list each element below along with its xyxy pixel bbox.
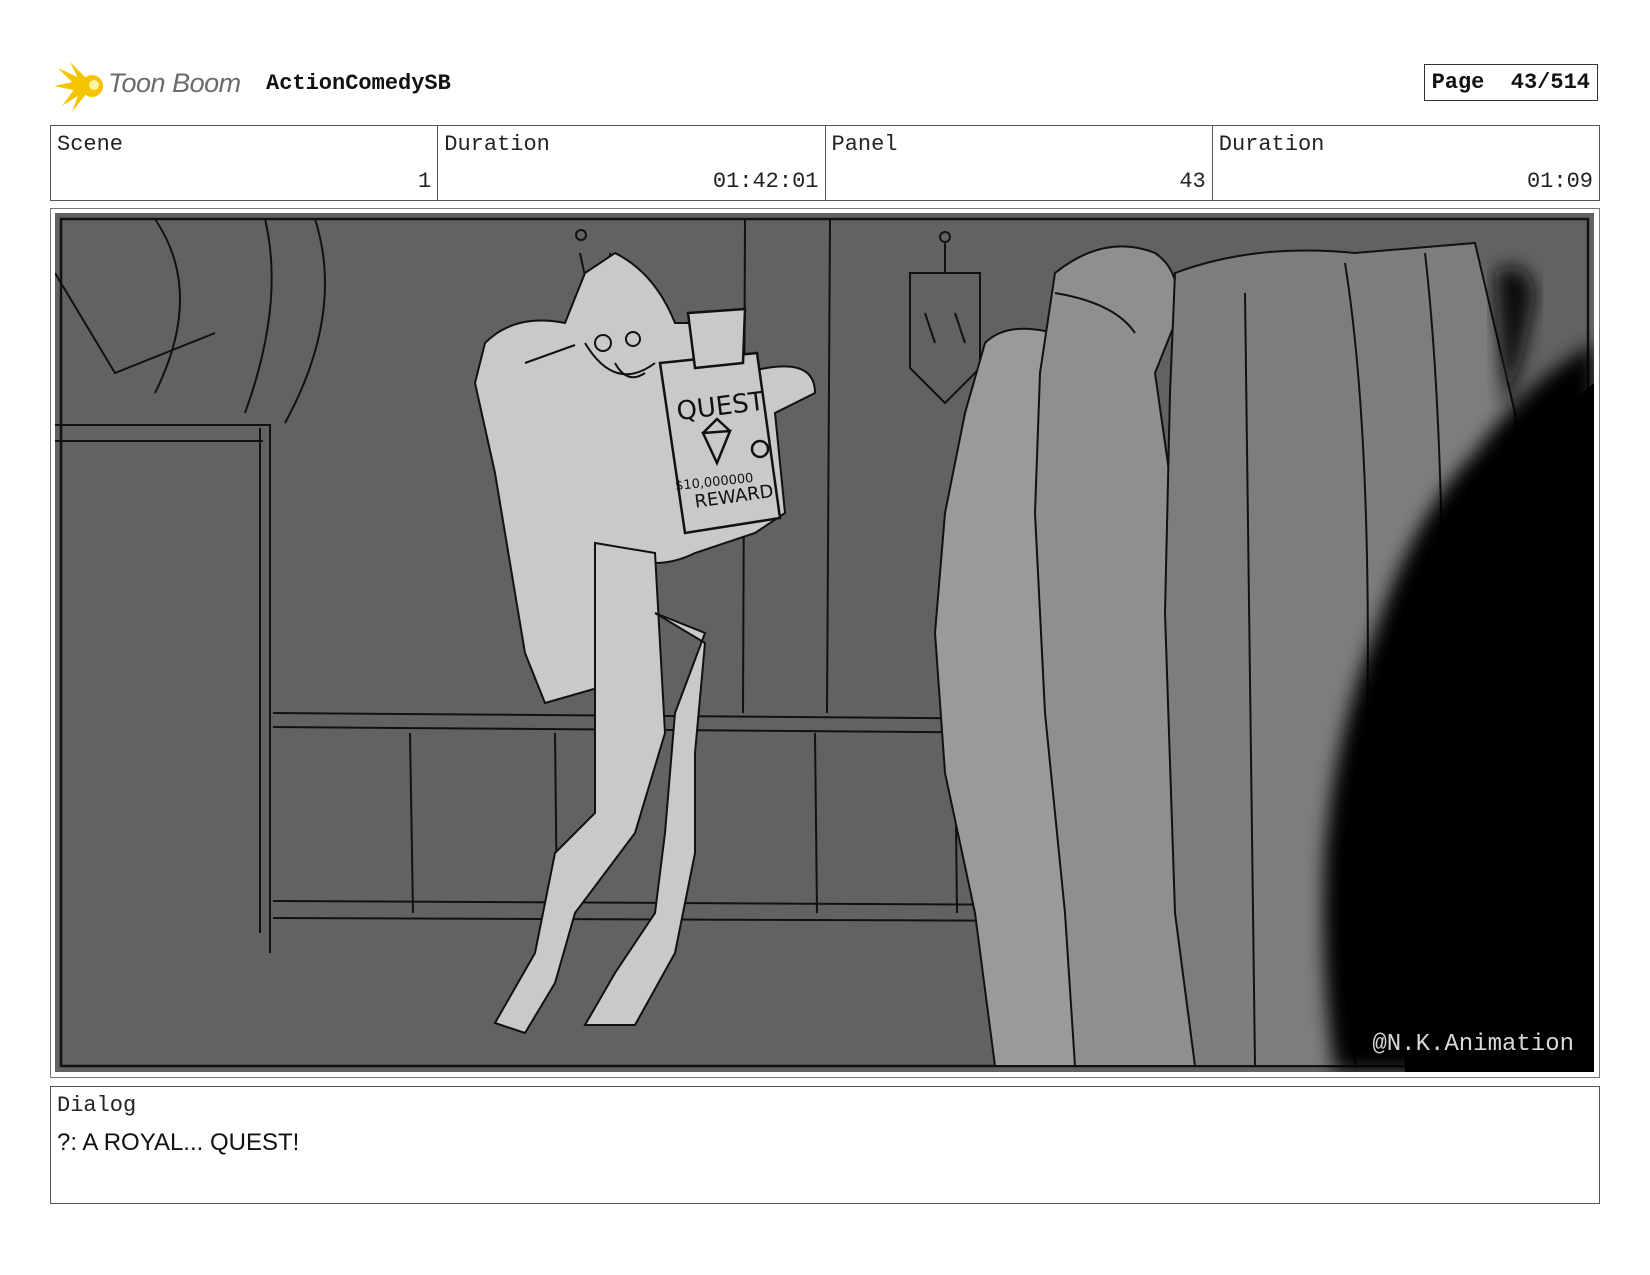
storyboard-sketch: QUEST $10,000000 REWARD [55, 213, 1594, 1072]
page-label: Page [1431, 70, 1485, 95]
storyboard-header: Toon Boom ActionComedySB Page 43/514 [52, 58, 1600, 114]
logo-text: Toon Boom [108, 68, 241, 98]
scene-duration-value: 01:42:01 [712, 169, 819, 194]
dialog-box: Dialog ?: A ROYAL... QUEST! [50, 1086, 1600, 1204]
panel-value: 43 [1179, 169, 1206, 194]
starburst-icon [54, 62, 103, 112]
info-table: Scene 1 Duration 01:42:01 Panel 43 Durat… [50, 125, 1600, 201]
watermark: @N.K.Animation [1372, 1031, 1574, 1058]
panel-label: Panel [831, 132, 898, 157]
page-value: 43/514 [1510, 70, 1590, 95]
panel-duration-label: Duration [1218, 132, 1325, 157]
scene-label: Scene [57, 132, 124, 157]
toon-boom-logo: Toon Boom [52, 58, 248, 114]
panel-sketch: QUEST $10,000000 REWARD @N.K.Animation [55, 213, 1594, 1072]
scene-value: 1 [418, 169, 432, 194]
project-title: ActionComedySB [266, 71, 451, 96]
dialog-label: Dialog [57, 1093, 137, 1118]
scene-duration-cell: Duration 01:42:01 [438, 126, 826, 200]
panel-duration-cell: Duration 01:09 [1213, 126, 1599, 200]
panel-cell: Panel 43 [826, 126, 1213, 200]
panel-frame: QUEST $10,000000 REWARD @N.K.Animation [50, 208, 1600, 1078]
scene-duration-label: Duration [444, 132, 550, 157]
scene-cell: Scene 1 [51, 126, 439, 200]
panel-duration-value: 01:09 [1526, 169, 1593, 194]
dialog-text: ?: A ROYAL... QUEST! [57, 1129, 300, 1156]
page-indicator: Page 43/514 [1423, 64, 1598, 101]
